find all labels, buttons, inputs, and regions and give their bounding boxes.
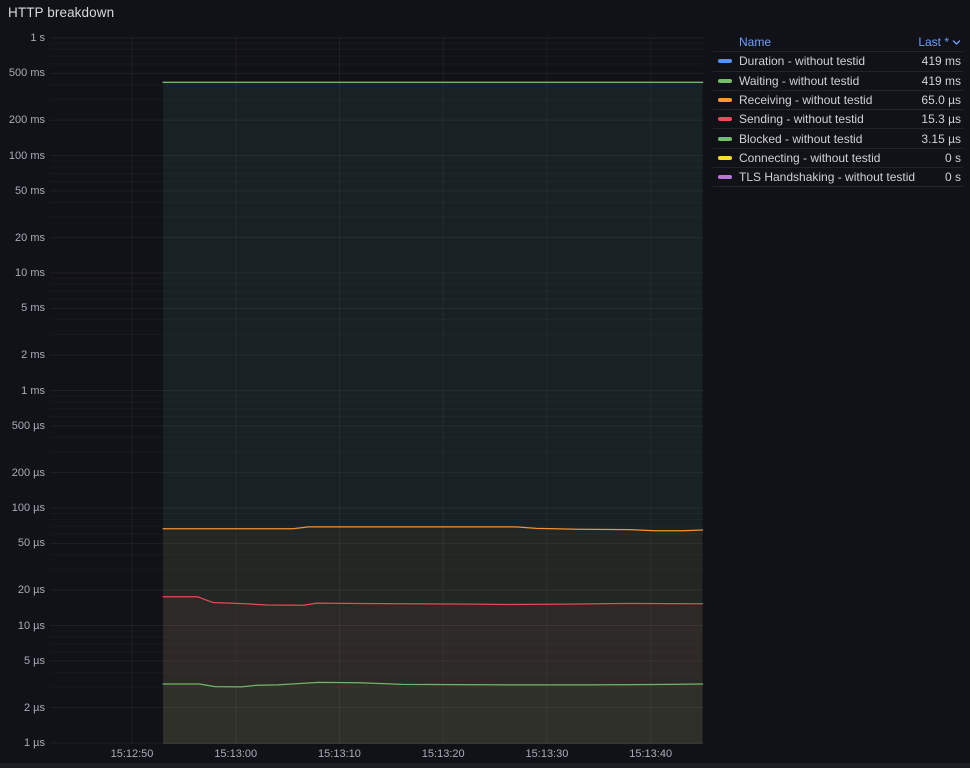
y-axis-tick-label: 100 µs bbox=[0, 502, 45, 514]
x-axis-tick-label: 15:13:10 bbox=[299, 748, 379, 760]
y-axis-tick-label: 10 µs bbox=[0, 620, 45, 632]
legend-row: Connecting - without testid0 s bbox=[713, 149, 963, 168]
x-axis-tick-label: 15:13:00 bbox=[196, 748, 276, 760]
y-axis-tick-label: 100 ms bbox=[0, 150, 45, 162]
y-axis-tick-label: 20 µs bbox=[0, 584, 45, 596]
legend-last-header-label: Last * bbox=[918, 35, 949, 49]
legend-last-header[interactable]: Last * bbox=[918, 35, 961, 49]
legend-series-label[interactable]: Receiving - without testid bbox=[739, 93, 921, 107]
y-axis-tick-label: 500 ms bbox=[0, 67, 45, 79]
series-color-swatch[interactable] bbox=[718, 175, 732, 179]
chevron-down-icon bbox=[952, 38, 961, 47]
series-color-swatch[interactable] bbox=[718, 98, 732, 102]
legend-header-row: Name Last * bbox=[713, 33, 963, 52]
y-axis-tick-label: 50 ms bbox=[0, 185, 45, 197]
y-axis-tick-label: 1 µs bbox=[0, 737, 45, 749]
y-axis-tick-label: 5 ms bbox=[0, 302, 45, 314]
legend-row: Waiting - without testid419 ms bbox=[713, 72, 963, 91]
legend-row: Duration - without testid419 ms bbox=[713, 52, 963, 71]
legend-table: Name Last * Duration - without testid419… bbox=[713, 33, 963, 187]
legend-series-label[interactable]: Sending - without testid bbox=[739, 112, 921, 126]
x-axis-tick-label: 15:13:30 bbox=[507, 748, 587, 760]
legend-series-value: 419 ms bbox=[922, 54, 961, 68]
legend-series-value: 65.0 µs bbox=[921, 93, 961, 107]
y-axis-tick-label: 1 ms bbox=[0, 385, 45, 397]
y-axis-tick-label: 2 µs bbox=[0, 702, 45, 714]
x-axis-tick-label: 15:13:20 bbox=[403, 748, 483, 760]
y-axis-tick-label: 5 µs bbox=[0, 655, 45, 667]
y-axis-tick-label: 10 ms bbox=[0, 267, 45, 279]
grafana-panel: HTTP breakdown 1 s500 ms200 ms100 ms50 m… bbox=[0, 0, 970, 768]
legend-row: TLS Handshaking - without testid0 s bbox=[713, 168, 963, 187]
next-panel-edge bbox=[0, 763, 970, 768]
y-axis-tick-label: 50 µs bbox=[0, 537, 45, 549]
legend-series-value: 3.15 µs bbox=[921, 132, 961, 146]
series-color-swatch[interactable] bbox=[718, 79, 732, 83]
y-axis-tick-label: 2 ms bbox=[0, 349, 45, 361]
legend-series-label[interactable]: Duration - without testid bbox=[739, 54, 922, 68]
legend-row: Sending - without testid15.3 µs bbox=[713, 110, 963, 129]
legend-row: Receiving - without testid65.0 µs bbox=[713, 91, 963, 110]
x-axis-tick-label: 15:13:40 bbox=[611, 748, 691, 760]
y-axis-tick-label: 20 ms bbox=[0, 232, 45, 244]
series-color-swatch[interactable] bbox=[718, 137, 732, 141]
legend-row: Blocked - without testid3.15 µs bbox=[713, 129, 963, 148]
series-color-swatch[interactable] bbox=[718, 117, 732, 121]
y-axis-tick-label: 1 s bbox=[0, 32, 45, 44]
series-color-swatch[interactable] bbox=[718, 59, 732, 63]
legend-series-label[interactable]: Blocked - without testid bbox=[739, 132, 921, 146]
y-axis-tick-label: 200 ms bbox=[0, 114, 45, 126]
legend-series-value: 0 s bbox=[945, 151, 961, 165]
legend-name-header[interactable]: Name bbox=[739, 35, 918, 49]
x-axis-tick-label: 15:12:50 bbox=[92, 748, 172, 760]
legend-series-label[interactable]: Connecting - without testid bbox=[739, 151, 945, 165]
legend-series-value: 419 ms bbox=[922, 74, 961, 88]
legend-series-label[interactable]: Waiting - without testid bbox=[739, 74, 922, 88]
legend-series-value: 0 s bbox=[945, 170, 961, 184]
series-color-swatch[interactable] bbox=[718, 156, 732, 160]
legend-series-value: 15.3 µs bbox=[921, 112, 961, 126]
y-axis-tick-label: 200 µs bbox=[0, 467, 45, 479]
y-axis-tick-label: 500 µs bbox=[0, 420, 45, 432]
legend-series-label[interactable]: TLS Handshaking - without testid bbox=[739, 170, 945, 184]
